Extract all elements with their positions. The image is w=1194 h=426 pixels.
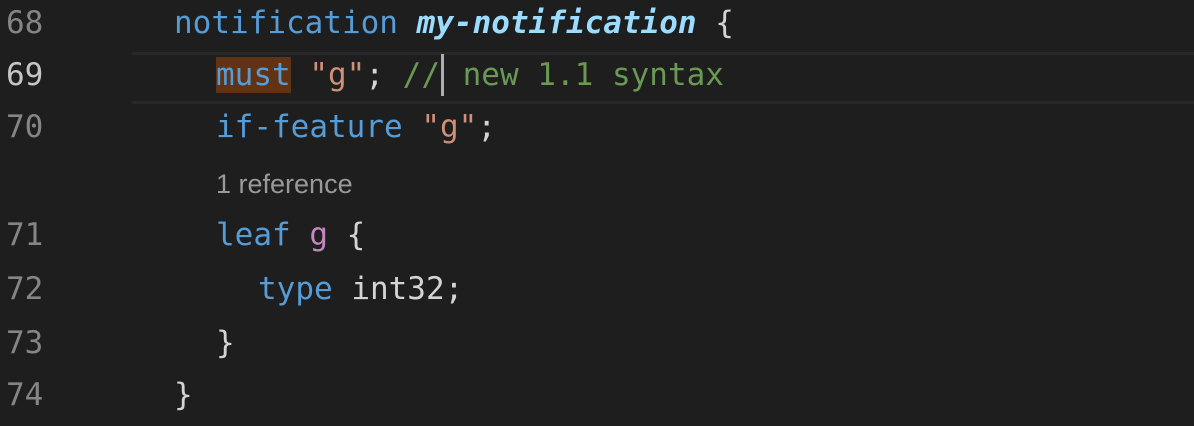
code-editor[interactable]: 68 notification my-notification { 69 mus…: [0, 0, 1194, 424]
code-line-72[interactable]: 72 type int32;: [0, 268, 1194, 320]
punctuation-token: ;: [365, 57, 403, 93]
line-number: 74: [6, 377, 44, 413]
line-number: 73: [6, 325, 44, 361]
line-content[interactable]: if-feature "g";: [216, 106, 496, 158]
keyword-token: if-feature: [216, 109, 403, 145]
punctuation-token: {: [328, 217, 366, 253]
comment-token: //: [402, 57, 440, 93]
code-line-70[interactable]: 70 if-feature "g";: [0, 106, 1194, 158]
line-content[interactable]: must "g"; // new 1.1 syntax: [216, 54, 724, 106]
codelens-references-link[interactable]: 1 reference: [216, 164, 353, 204]
punctuation-token: {: [696, 5, 734, 41]
keyword-token-highlighted: must: [216, 57, 291, 93]
code-line-69[interactable]: 69 must "g"; // new 1.1 syntax: [0, 52, 1194, 104]
comment-token: new 1.1 syntax: [443, 57, 724, 93]
line-content[interactable]: type int32;: [258, 268, 463, 320]
punctuation-token: }: [174, 377, 193, 413]
line-number: 68: [6, 5, 44, 41]
punctuation-token: }: [216, 325, 235, 361]
type-token: int32;: [332, 271, 464, 307]
line-content[interactable]: leaf g {: [216, 214, 365, 266]
code-line-73[interactable]: 73 }: [0, 322, 1194, 374]
identifier-token: g: [309, 217, 328, 253]
line-number: 72: [6, 271, 44, 307]
punctuation-token: ;: [477, 109, 496, 145]
keyword-token: type: [258, 271, 333, 307]
keyword-token: notification: [174, 5, 398, 41]
keyword-token: leaf: [216, 217, 291, 253]
line-content[interactable]: }: [174, 374, 193, 426]
code-line-68[interactable]: 68 notification my-notification {: [0, 2, 1194, 54]
string-token: "g": [309, 57, 366, 93]
codelens-row: 1 reference: [0, 164, 1194, 204]
line-content[interactable]: }: [216, 322, 235, 374]
line-number: 71: [6, 217, 44, 253]
string-token: "g": [421, 109, 478, 145]
code-line-74[interactable]: 74 }: [0, 374, 1194, 424]
line-content[interactable]: notification my-notification {: [174, 2, 734, 54]
identifier-token: my-notification: [416, 5, 697, 41]
line-number: 69: [6, 57, 44, 93]
line-number: 70: [6, 109, 44, 145]
code-line-71[interactable]: 71 leaf g {: [0, 214, 1194, 266]
